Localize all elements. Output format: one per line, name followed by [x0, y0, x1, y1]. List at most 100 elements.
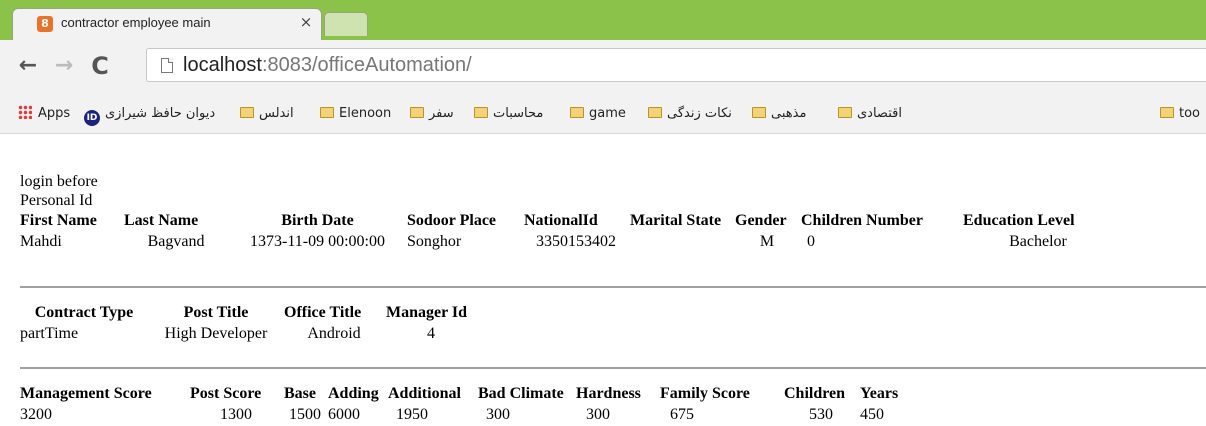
column-header: Additional [388, 384, 461, 402]
folder-icon [570, 107, 584, 118]
table-cell: 530 [809, 405, 833, 423]
folder-icon [648, 107, 662, 118]
browser-chrome: 8 contractor employee main × ← → C local… [0, 0, 1206, 160]
bookmark-folder-mohasebat[interactable]: محاسبات [474, 102, 543, 126]
bookmark-folder-elenoon[interactable]: Elenoon [320, 102, 391, 126]
table-cell [630, 231, 733, 252]
hafez-icon: ID [84, 110, 100, 126]
table-cell: 1300 [220, 405, 252, 423]
reload-button[interactable]: C [88, 52, 112, 80]
bookmark-folder-safar[interactable]: سفر [410, 102, 454, 126]
section-divider [20, 367, 1206, 369]
bookmark-apps[interactable]: Apps [18, 102, 70, 126]
url-text[interactable]: localhost:8083/officeAutomation/ [183, 54, 472, 77]
bookmark-label: نکات زندگی [667, 106, 732, 121]
address-bar[interactable]: localhost:8083/officeAutomation/ [146, 48, 1206, 82]
table-cell: 300 [586, 405, 610, 423]
bookmark-label: too [1179, 106, 1201, 121]
column-header: Post Title [183, 303, 249, 321]
column-header: Sodoor Place [407, 211, 497, 229]
apps-grid-icon [18, 105, 32, 119]
forward-button[interactable]: → [52, 52, 76, 80]
salary-info-table: Management Score Post Score Base Adding … [18, 383, 922, 425]
bookmark-folder-nokat[interactable]: نکات زندگی [648, 102, 732, 126]
column-header: Post Score [190, 384, 262, 402]
bookmark-label: game [589, 106, 626, 121]
new-tab-button[interactable] [324, 12, 368, 36]
bookmark-folder-mazhabi[interactable]: مذهبی [752, 102, 806, 126]
tab-strip: 8 contractor employee main × [0, 0, 1206, 40]
table-cell: 1373-11-09 00:00:00 [250, 232, 385, 250]
table-cell: 1950 [396, 405, 428, 423]
url-path: :8083/officeAutomation/ [261, 54, 472, 76]
personal-info-table: First Name Last Name Birth Date Sodoor P… [18, 210, 1115, 252]
page-content: login before Personal Id First Name Last… [20, 172, 1200, 252]
bookmark-label: Apps [38, 106, 71, 121]
table-row: Mahdi Bagvand 1373-11-09 00:00:00 Songho… [20, 231, 1113, 252]
table-cell: 3350153402 [536, 232, 616, 250]
column-header: Family Score [660, 384, 750, 402]
folder-icon [474, 107, 488, 118]
table-header-row: Management Score Post Score Base Adding … [20, 383, 920, 404]
bookmark-folder-eghtesadi[interactable]: اقتصادی [838, 102, 902, 126]
bookmark-label: دیوان حافظ شیرازی [105, 106, 216, 121]
table-cell: M [759, 232, 775, 250]
bookmark-folder-too[interactable]: too [1160, 102, 1200, 126]
column-header: NationalId [524, 211, 598, 229]
table-cell: 675 [670, 405, 694, 423]
bookmark-label: مذهبی [771, 106, 807, 121]
column-header: Office Title [284, 303, 362, 321]
salary-section: Management Score Post Score Base Adding … [20, 383, 1200, 425]
column-header: Adding [328, 384, 379, 402]
page-icon [161, 58, 173, 73]
folder-icon [752, 107, 766, 118]
personal-id-label: Personal Id [20, 192, 93, 209]
login-notice: login before [20, 173, 98, 190]
contract-section: Contract Type Post Title Office Title Ma… [20, 302, 1200, 344]
table-cell: High Developer [164, 324, 268, 342]
browser-toolbar: ← → C localhost:8083/officeAutomation/ [0, 40, 1206, 94]
close-tab-icon[interactable]: × [297, 13, 315, 31]
column-header: Gender [735, 211, 787, 229]
column-header: Contract Type [34, 303, 134, 321]
bookmark-label: Elenoon [339, 106, 392, 121]
column-header: First Name [20, 211, 97, 229]
favicon-icon: 8 [37, 16, 53, 32]
column-header: Marital State [630, 211, 722, 229]
folder-icon [320, 107, 334, 118]
bookmark-folder-game[interactable]: game [570, 102, 626, 126]
bookmark-label: اقتصادی [857, 106, 902, 121]
table-header-row: Contract Type Post Title Office Title Ma… [20, 302, 476, 323]
column-header: Bad Climate [478, 384, 564, 402]
table-cell: 300 [486, 405, 510, 423]
column-header: Education Level [963, 211, 1075, 229]
table-cell: Mahdi [20, 232, 62, 250]
back-button[interactable]: ← [16, 52, 40, 80]
section-divider [20, 286, 1206, 288]
column-header: Manager Id [386, 303, 468, 321]
column-header: Last Name [124, 211, 199, 229]
column-header: Base [284, 384, 316, 402]
folder-icon [838, 107, 852, 118]
table-cell: Bachelor [1009, 232, 1067, 250]
tab-title: contractor employee main [61, 15, 211, 30]
column-header: Children [784, 384, 846, 402]
bookmark-hafez[interactable]: ID دیوان حافظ شیرازی [84, 102, 215, 126]
folder-icon [410, 107, 424, 118]
bookmark-label: سفر [429, 106, 454, 121]
table-cell: 450 [860, 405, 884, 423]
table-row: partTime High Developer Android 4 [20, 323, 476, 344]
bookmark-folder-andalus[interactable]: اندلس [240, 102, 294, 126]
folder-icon [240, 107, 254, 118]
column-header: Children Number [801, 211, 923, 229]
table-cell: Songhor [407, 232, 462, 250]
column-header: Management Score [20, 384, 152, 402]
browser-tab[interactable]: 8 contractor employee main × [12, 8, 322, 40]
url-host: localhost [183, 54, 262, 76]
bookmark-label: اندلس [259, 106, 294, 121]
bookmarks-bar: Apps ID دیوان حافظ شیرازی اندلس Elenoon س… [0, 94, 1206, 134]
table-cell: 0 [807, 232, 815, 250]
table-cell: 4 [427, 324, 435, 342]
column-header: Years [860, 384, 899, 402]
contract-info-table: Contract Type Post Title Office Title Ma… [18, 302, 478, 344]
